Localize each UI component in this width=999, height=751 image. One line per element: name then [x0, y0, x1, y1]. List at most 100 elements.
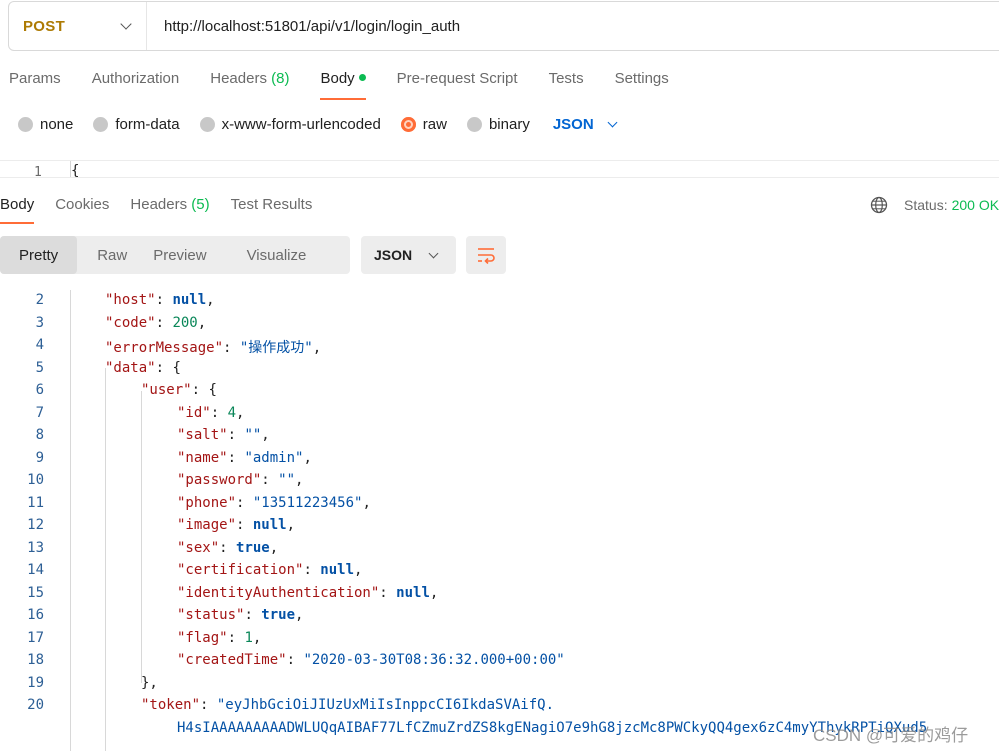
- request-tabs: Params Authorization Headers (8) Body Pr…: [9, 70, 700, 100]
- code-line: 14 "certification": null,: [0, 562, 999, 585]
- code-line: 4 "errorMessage": "操作成功",: [0, 337, 999, 360]
- json-value: null: [172, 292, 207, 308]
- code-line: 13 "sex": true,: [0, 540, 999, 563]
- json-key: "status": [177, 607, 245, 623]
- code-line: 6 "user": {: [0, 382, 999, 405]
- view-visualize-button[interactable]: Visualize: [247, 236, 307, 274]
- radio-urlencoded-label: x-www-form-urlencoded: [221, 116, 381, 133]
- status-label: Status:: [904, 197, 948, 213]
- json-key: "flag": [177, 629, 228, 646]
- radio-circle-icon: [199, 117, 215, 132]
- tab-response-headers[interactable]: Headers (5): [130, 196, 209, 213]
- json-value: null: [252, 517, 287, 533]
- line-number: 8: [35, 427, 44, 443]
- globe-icon[interactable]: [870, 196, 888, 214]
- code-text: "status": true,: [177, 607, 304, 623]
- code-text: "token": "eyJhbGciOiJIUzUxMiIsInppcCI6Ik…: [141, 697, 555, 713]
- view-raw-button[interactable]: Raw: [97, 236, 127, 274]
- code-line: 17 "flag": 1,: [0, 630, 999, 653]
- body-modified-dot-icon: [358, 74, 366, 82]
- json-value: },: [141, 674, 158, 691]
- radio-form-data[interactable]: form-data: [93, 116, 180, 133]
- code-text: "createdTime": "2020-03-30T08:36:32.000+…: [177, 652, 565, 668]
- json-value: "2020-03-30T08:36:32.000+00:00": [303, 652, 565, 668]
- line-number: 3: [35, 314, 44, 331]
- code-line: 3 "code": 200,: [0, 315, 999, 338]
- json-value: {: [208, 382, 217, 398]
- tab-pre-request-script[interactable]: Pre-request Script: [397, 70, 518, 87]
- wrap-lines-button[interactable]: [466, 236, 506, 274]
- view-mode-segmented: Pretty Raw Preview Visualize: [0, 236, 350, 274]
- code-line: 20 "token": "eyJhbGciOiJIUzUxMiIsInppcCI6…: [0, 697, 999, 720]
- tab-settings[interactable]: Settings: [615, 70, 669, 87]
- code-text: "salt": "",: [177, 427, 270, 443]
- response-body-viewer[interactable]: 2 "host": null, 3 "code": 200, 4 "errorMessag…: [0, 290, 999, 751]
- radio-raw-label: raw: [422, 116, 447, 133]
- json-value: 1: [244, 629, 253, 646]
- code-text: "identityAuthentication": null,: [177, 584, 439, 601]
- line-number: 4: [35, 337, 44, 353]
- code-text: "sex": true,: [177, 539, 279, 556]
- radio-selected-icon: [400, 117, 416, 132]
- code-text: "user": {: [141, 382, 217, 398]
- radio-urlencoded[interactable]: x-www-form-urlencoded: [199, 116, 381, 133]
- code-line: 12 "image": null,: [0, 517, 999, 540]
- chevron-down-icon: [120, 18, 132, 30]
- json-key: "image": [177, 517, 237, 533]
- tab-body[interactable]: Body: [320, 70, 366, 100]
- code-text: "host": null,: [105, 292, 215, 308]
- code-line: 11 "phone": "13511223456",: [0, 495, 999, 518]
- body-type-selector: none form-data x-www-form-urlencoded raw…: [18, 116, 618, 133]
- tab-authorization[interactable]: Authorization: [92, 70, 180, 87]
- json-key: "salt": [177, 427, 228, 443]
- url-input[interactable]: http://localhost:51801/api/v1/login/logi…: [147, 18, 460, 35]
- view-pretty-button[interactable]: Pretty: [0, 236, 78, 274]
- code-text: "id": 4,: [177, 404, 245, 421]
- request-url-bar: POST http://localhost:51801/api/v1/login…: [8, 1, 999, 51]
- radio-form-data-label: form-data: [115, 116, 180, 133]
- json-value: true: [261, 607, 296, 623]
- radio-none[interactable]: none: [18, 116, 73, 133]
- response-format-dropdown[interactable]: JSON: [361, 236, 456, 274]
- radio-raw[interactable]: raw: [400, 116, 447, 133]
- line-number: 19: [27, 674, 44, 691]
- json-value: null: [396, 584, 430, 601]
- radio-none-label: none: [40, 116, 74, 133]
- line-number: 7: [35, 404, 44, 421]
- tab-test-results[interactable]: Test Results: [231, 196, 313, 213]
- code-text: "phone": "13511223456",: [177, 494, 371, 511]
- tab-response-headers-label: Headers: [130, 196, 188, 213]
- code-text: "code": 200,: [105, 314, 207, 331]
- code-line: 7 "id": 4,: [0, 405, 999, 428]
- json-key: "phone": [177, 494, 237, 511]
- json-value: "eyJhbGciOiJIUzUxMiIsInppcCI6IkdaSVAifQ.: [216, 697, 555, 713]
- view-preview-button[interactable]: Preview: [153, 236, 206, 274]
- tab-cookies[interactable]: Cookies: [55, 196, 109, 213]
- tab-tests[interactable]: Tests: [549, 70, 584, 87]
- tab-params[interactable]: Params: [9, 70, 61, 87]
- raw-format-dropdown[interactable]: JSON: [553, 116, 618, 133]
- line-number: 15: [27, 584, 44, 601]
- json-value: "13511223456": [252, 494, 363, 511]
- tab-body-label: Body: [320, 70, 355, 87]
- status-value[interactable]: 200 OK: [952, 197, 999, 213]
- tab-response-body[interactable]: Body: [0, 196, 35, 224]
- method-dropdown[interactable]: POST: [9, 2, 147, 50]
- line-number: 18: [27, 652, 44, 668]
- line-number: 6: [35, 382, 44, 398]
- json-key: "identityAuthentication": [177, 584, 380, 601]
- code-line: 16 "status": true,: [0, 607, 999, 630]
- code-text: },: [141, 675, 158, 691]
- code-line: 10 "password": "",: [0, 472, 999, 495]
- radio-binary[interactable]: binary: [466, 116, 530, 133]
- wrap-lines-icon: [478, 248, 495, 264]
- json-key: "createdTime": [177, 652, 287, 668]
- line-number: 20: [27, 697, 44, 713]
- request-body-editor[interactable]: 1 {: [0, 160, 999, 178]
- line-number: 5: [35, 359, 44, 376]
- json-key: "id": [177, 404, 211, 421]
- json-value: "admin": [244, 449, 304, 466]
- json-key: "password": [177, 472, 262, 488]
- tab-headers[interactable]: Headers (8): [210, 70, 289, 87]
- code-line: 19},: [0, 675, 999, 698]
